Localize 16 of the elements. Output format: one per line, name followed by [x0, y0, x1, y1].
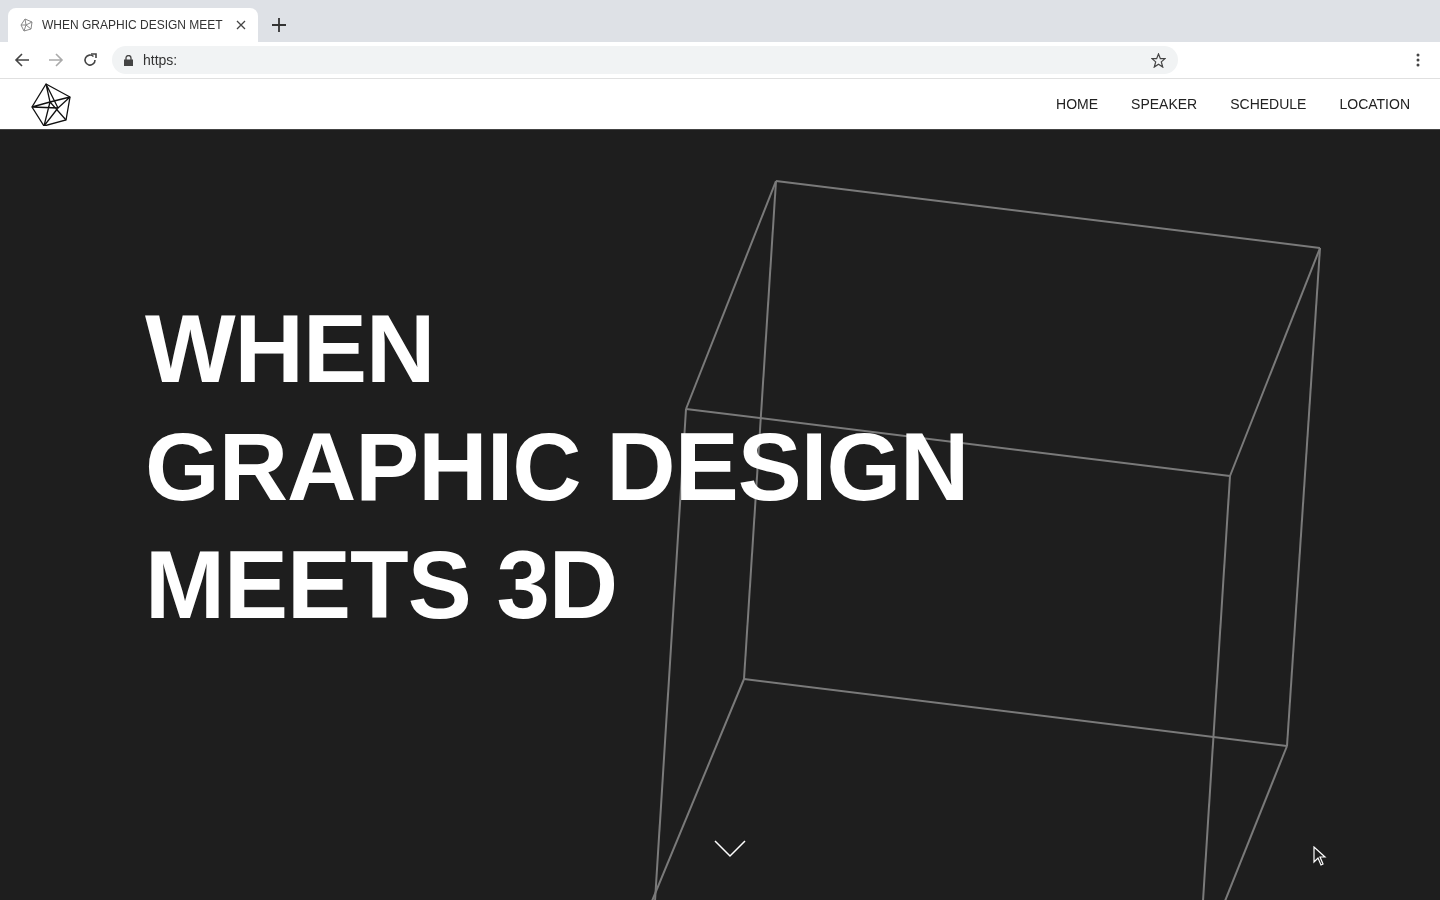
browser-tab[interactable]: WHEN GRAPHIC DESIGN MEET [8, 8, 258, 42]
star-icon[interactable] [1151, 52, 1166, 68]
nav-link[interactable]: HOME [1056, 96, 1099, 112]
cube-logo-icon[interactable] [30, 82, 74, 126]
back-arrow-icon[interactable] [14, 52, 30, 68]
nav-link[interactable]: SCHEDULE [1230, 96, 1307, 112]
address-bar[interactable]: https: [112, 46, 1178, 74]
nav-link[interactable]: LOCATION [1339, 96, 1410, 112]
nav-link[interactable]: SPEAKER [1131, 96, 1198, 112]
cube-icon [20, 18, 34, 32]
hero-heading: WHEN GRAPHIC DESIGN MEETS 3D [145, 294, 969, 640]
lock-icon [124, 54, 133, 66]
mouse-pointer-icon [1313, 846, 1327, 866]
chevron-down-icon[interactable] [714, 840, 746, 858]
reload-icon[interactable] [82, 52, 98, 68]
close-icon[interactable] [236, 20, 246, 30]
